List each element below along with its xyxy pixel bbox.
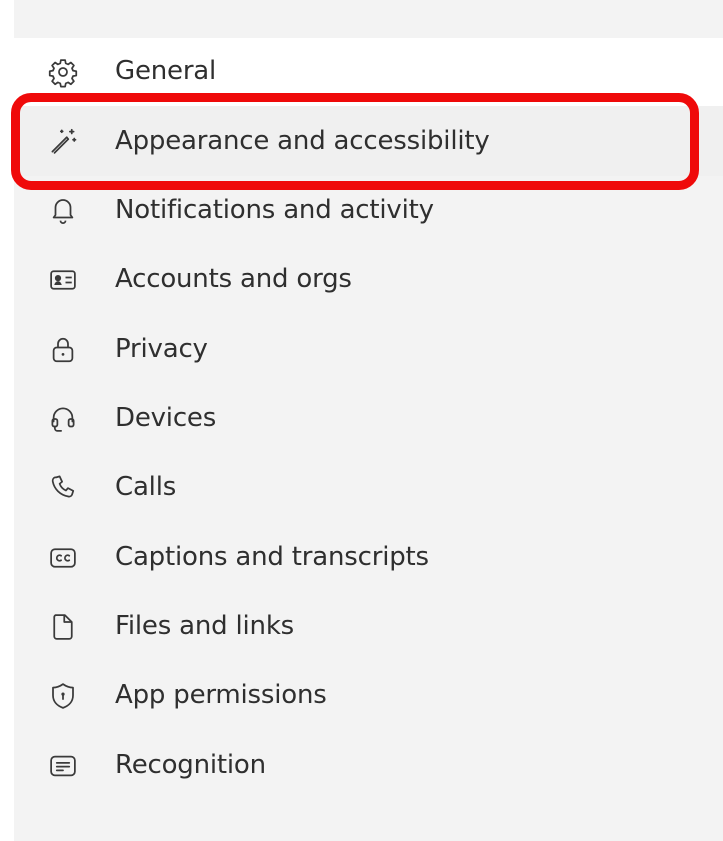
settings-nav-label: App permissions <box>115 680 327 710</box>
settings-nav-label: Calls <box>115 472 177 502</box>
settings-nav-label: Captions and transcripts <box>115 542 429 572</box>
settings-nav-label: Privacy <box>115 334 208 364</box>
headset-icon <box>46 402 80 436</box>
settings-nav-label: Recognition <box>115 750 266 780</box>
gear-icon <box>46 55 80 89</box>
closed-captions-icon <box>46 541 80 575</box>
recognition-icon <box>46 749 80 783</box>
settings-nav-item-general[interactable]: General <box>14 38 723 106</box>
settings-nav-item-accounts[interactable]: Accounts and orgs <box>14 246 723 314</box>
settings-nav-item-recognition[interactable]: Recognition <box>14 732 723 800</box>
settings-nav-label: Appearance and accessibility <box>115 126 490 156</box>
settings-nav-item-notifications[interactable]: Notifications and activity <box>14 176 723 244</box>
settings-nav-item-calls[interactable]: Calls <box>14 454 723 522</box>
phone-icon <box>46 471 80 505</box>
contact-card-icon <box>46 263 80 297</box>
settings-nav-item-privacy[interactable]: Privacy <box>14 316 723 384</box>
bell-icon <box>46 193 80 227</box>
settings-nav-label: General <box>115 56 217 86</box>
settings-nav-item-captions[interactable]: Captions and transcripts <box>14 524 723 592</box>
settings-nav-label: Devices <box>115 403 217 433</box>
lock-icon <box>46 333 80 367</box>
settings-nav-item-app-permissions[interactable]: App permissions <box>14 662 723 730</box>
settings-nav-label: Accounts and orgs <box>115 264 352 294</box>
shield-icon <box>46 679 80 713</box>
settings-nav-item-files[interactable]: Files and links <box>14 593 723 661</box>
settings-nav-label: Files and links <box>115 611 295 641</box>
document-icon <box>46 610 80 644</box>
magic-wand-icon <box>46 124 80 158</box>
settings-nav-item-appearance[interactable]: Appearance and accessibility <box>14 106 723 176</box>
settings-nav-panel: General Appearance and accessibility Not… <box>14 0 723 841</box>
settings-nav-item-devices[interactable]: Devices <box>14 385 723 453</box>
settings-nav-label: Notifications and activity <box>115 195 434 225</box>
